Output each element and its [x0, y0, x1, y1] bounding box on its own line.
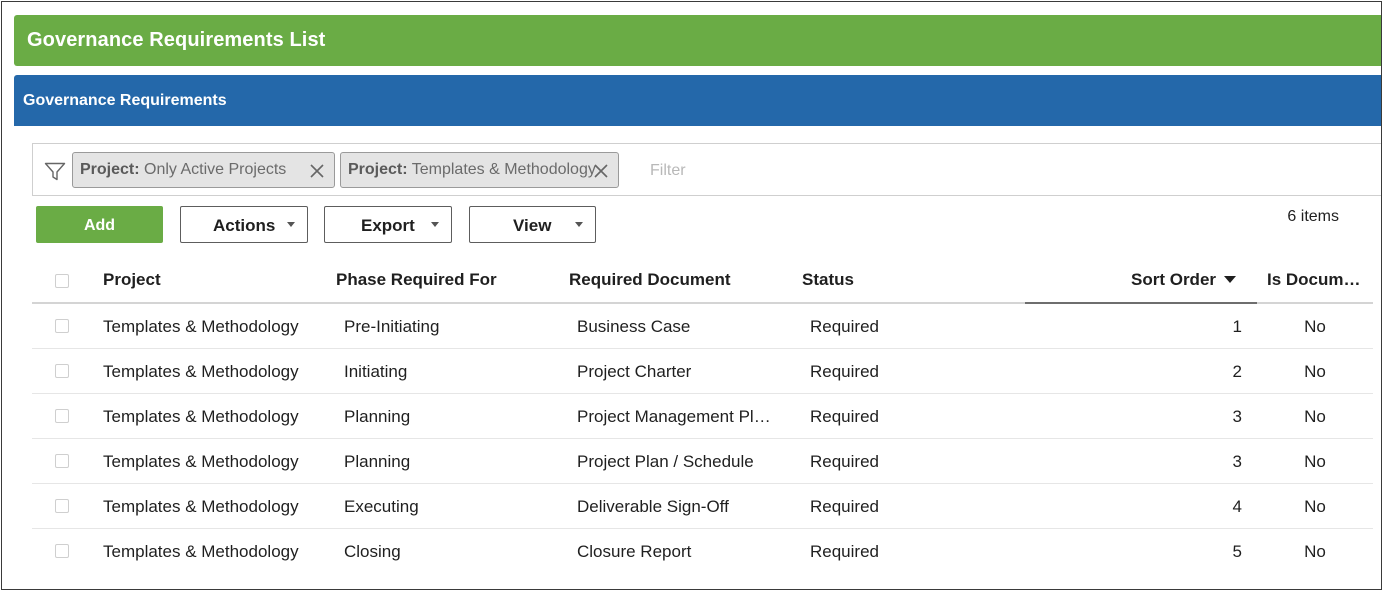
cell-project: Templates & Methodology	[103, 407, 299, 426]
column-header-status[interactable]: Status	[802, 270, 854, 290]
panel-header: Governance Requirements	[14, 75, 1381, 126]
cell-sort-order: 4	[1232, 497, 1242, 516]
column-header-is-document[interactable]: Is Docum…	[1267, 270, 1361, 290]
cell-project: Templates & Methodology	[103, 497, 299, 516]
cell-status: Required	[810, 542, 879, 561]
column-header-project[interactable]: Project	[103, 270, 161, 290]
export-dropdown[interactable]: Export	[324, 206, 452, 243]
cell-phase: Planning	[344, 452, 411, 471]
cell-sort-order: 2	[1232, 362, 1242, 381]
cell-project: Templates & Methodology	[103, 317, 299, 336]
cell-phase: Closing	[344, 542, 401, 561]
cell-document: Project Management Pl…	[577, 407, 771, 426]
table-row[interactable]: Templates & Methodology Executing Delive…	[32, 484, 1373, 529]
cell-sort-order: 3	[1232, 407, 1242, 426]
cell-phase: Executing	[344, 497, 419, 516]
cell-status: Required	[810, 317, 879, 336]
cell-status: Required	[810, 362, 879, 381]
column-header-sort-order[interactable]: Sort Order	[1131, 270, 1237, 290]
cell-document: Business Case	[577, 317, 691, 336]
cell-phase: Pre-Initiating	[344, 317, 440, 336]
row-checkbox[interactable]	[55, 409, 69, 423]
chevron-down-icon	[431, 222, 439, 227]
filter-chip-key: Project:	[80, 161, 140, 178]
close-icon[interactable]	[594, 164, 608, 178]
row-checkbox[interactable]	[55, 454, 69, 468]
table-row[interactable]: Templates & Methodology Initiating Proje…	[32, 349, 1373, 394]
page-title: Governance Requirements List	[27, 29, 326, 51]
table-row[interactable]: Templates & Methodology Pre-Initiating B…	[32, 304, 1373, 349]
cell-status: Required	[810, 452, 879, 471]
export-label: Export	[361, 216, 415, 235]
row-checkbox[interactable]	[55, 364, 69, 378]
view-label: View	[513, 216, 552, 235]
cell-document: Project Plan / Schedule	[577, 452, 754, 471]
cell-is-document: No	[1304, 362, 1326, 381]
cell-is-document: No	[1304, 497, 1326, 516]
cell-project: Templates & Methodology	[103, 542, 299, 561]
actions-label: Actions	[213, 216, 276, 235]
close-icon[interactable]	[310, 164, 324, 178]
cell-phase: Initiating	[344, 362, 408, 381]
filter-chip-value: Templates & Methodology	[411, 161, 596, 178]
filter-input[interactable]	[650, 160, 1350, 182]
cell-is-document: No	[1304, 452, 1326, 471]
filter-chip-templates-methodology: Project: Templates & Methodology	[340, 152, 619, 188]
cell-is-document: No	[1304, 542, 1326, 561]
cell-document: Project Charter	[577, 362, 692, 381]
actions-dropdown[interactable]: Actions	[180, 206, 308, 243]
cell-is-document: No	[1304, 317, 1326, 336]
cell-status: Required	[810, 407, 879, 426]
cell-project: Templates & Methodology	[103, 452, 299, 471]
chevron-down-icon	[575, 222, 583, 227]
table-body: Templates & Methodology Pre-Initiating B…	[32, 304, 1373, 574]
row-checkbox[interactable]	[55, 544, 69, 558]
table-row[interactable]: Templates & Methodology Closing Closure …	[32, 529, 1373, 574]
filter-chip-active-projects: Project: Only Active Projects	[72, 152, 335, 188]
cell-sort-order: 5	[1232, 542, 1242, 561]
table-row[interactable]: Templates & Methodology Planning Project…	[32, 439, 1373, 484]
cell-is-document: No	[1304, 407, 1326, 426]
sort-order-label: Sort Order	[1131, 270, 1217, 289]
row-checkbox[interactable]	[55, 499, 69, 513]
add-button[interactable]: Add	[36, 206, 163, 243]
row-checkbox[interactable]	[55, 319, 69, 333]
cell-phase: Planning	[344, 407, 411, 426]
cell-project: Templates & Methodology	[103, 362, 299, 381]
panel-title: Governance Requirements	[23, 92, 227, 109]
column-header-document[interactable]: Required Document	[569, 270, 731, 290]
table-header: Project Phase Required For Required Docu…	[32, 259, 1373, 304]
view-dropdown[interactable]: View	[469, 206, 596, 243]
cell-status: Required	[810, 497, 879, 516]
item-count: 6 items	[1287, 208, 1339, 225]
requirements-table: Project Phase Required For Required Docu…	[32, 259, 1373, 574]
sort-descending-icon	[1224, 276, 1237, 283]
select-all-checkbox[interactable]	[55, 274, 69, 288]
chevron-down-icon	[287, 222, 295, 227]
column-header-phase[interactable]: Phase Required For	[336, 270, 497, 290]
filter-bar: Project: Only Active Projects Project: T…	[32, 143, 1381, 196]
filter-icon[interactable]	[44, 160, 66, 182]
cell-sort-order: 3	[1232, 452, 1242, 471]
filter-chip-key: Project:	[348, 161, 408, 178]
cell-sort-order: 1	[1232, 317, 1242, 336]
cell-document: Closure Report	[577, 542, 692, 561]
cell-document: Deliverable Sign-Off	[577, 497, 729, 516]
app-frame: Governance Requirements List Governance …	[1, 1, 1382, 590]
filter-chip-value: Only Active Projects	[144, 161, 287, 178]
page-header: Governance Requirements List	[14, 15, 1381, 66]
table-row[interactable]: Templates & Methodology Planning Project…	[32, 394, 1373, 439]
